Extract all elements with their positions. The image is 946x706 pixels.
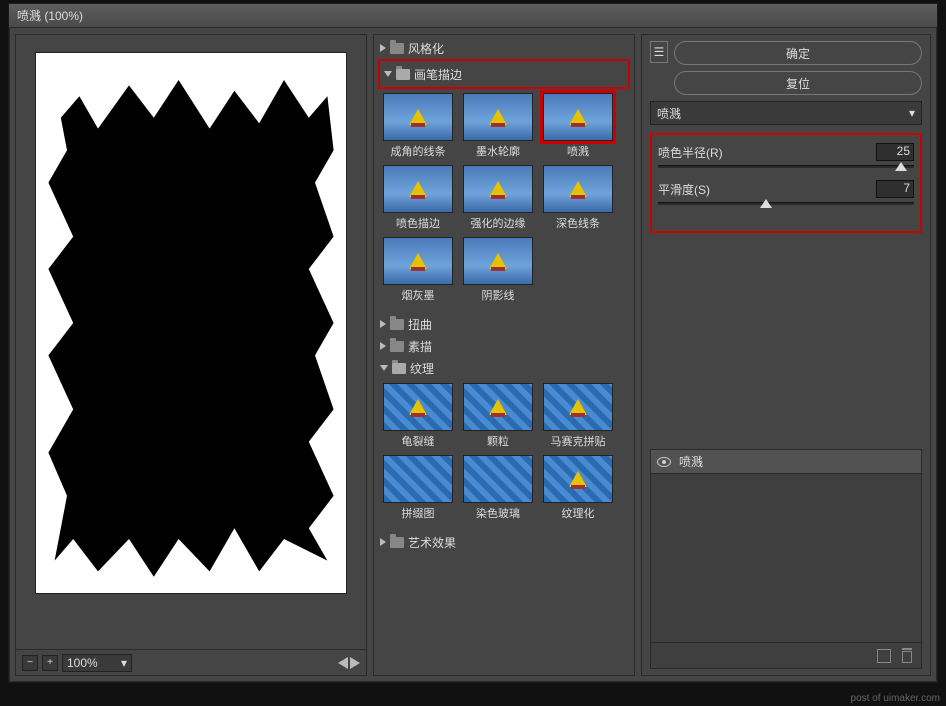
zoom-select[interactable]: 100% ▾ [62,654,132,672]
effect-layer-row[interactable]: 喷溅 [651,450,921,474]
folder-icon [390,43,404,54]
controls-panel: ☰ 确定 复位 喷溅 ▾ 喷色半径(R) 25 [641,34,931,676]
thumb-texturizer[interactable]: 纹理化 [540,455,616,521]
zoom-in-button[interactable]: + [42,655,58,671]
prev-filter-button[interactable] [338,657,348,669]
folder-icon [390,341,404,352]
disclosure-open-icon [380,365,388,371]
next-filter-button[interactable] [350,657,360,669]
radius-label: 喷色半径(R) [658,144,723,161]
radius-slider[interactable] [658,165,914,168]
category-label: 画笔描边 [414,66,462,83]
radius-row: 喷色半径(R) 25 [658,143,914,161]
folder-open-icon [392,363,406,374]
filter-gallery-window: 喷溅 (100%) − + 100% ▾ [8,3,938,683]
category-label: 素描 [408,338,432,355]
effect-layer-label: 喷溅 [679,453,703,470]
thumb-grain[interactable]: 颗粒 [460,383,536,449]
preview-spatter-shape [36,53,346,593]
smooth-value-input[interactable]: 7 [876,180,914,198]
zoom-value: 100% [67,656,98,670]
smooth-row: 平滑度(S) 7 [658,180,914,198]
category-brush[interactable]: 画笔描边 [382,63,626,85]
disclosure-open-icon [384,71,392,77]
category-brush-highlight: 画笔描边 [378,59,630,89]
category-sketch[interactable]: 素描 [378,335,630,357]
category-distort[interactable]: 扭曲 [378,313,630,335]
filter-select[interactable]: 喷溅 ▾ [650,101,922,125]
chevron-down-icon: ▾ [121,656,127,670]
thumb-dark-strokes[interactable]: 深色线条 [540,165,616,231]
smooth-label: 平滑度(S) [658,181,710,198]
titlebar[interactable]: 喷溅 (100%) [9,4,937,28]
preview-image [36,53,346,593]
thumb-mosaic-tiles[interactable]: 马赛克拼贴 [540,383,616,449]
watermark: post of uimaker.com [851,693,940,704]
thumb-patchwork[interactable]: 拼缀图 [380,455,456,521]
thumb-spatter[interactable]: 喷溅 [540,93,616,159]
thumb-crosshatch[interactable]: 阴影线 [460,237,536,303]
chevron-down-icon: ▾ [909,106,915,120]
category-label: 扭曲 [408,316,432,333]
zoom-out-button[interactable]: − [22,655,38,671]
thumb-angled-strokes[interactable]: 成角的线条 [380,93,456,159]
preview-nav [338,657,360,669]
reset-button[interactable]: 复位 [674,71,922,95]
visibility-eye-icon[interactable] [657,457,671,467]
effect-layers-footer [651,642,921,668]
slider-group: 喷色半径(R) 25 平滑度(S) 7 [650,133,922,233]
folder-icon [390,537,404,548]
window-body: − + 100% ▾ 风格化 [9,28,937,682]
radius-value-input[interactable]: 25 [876,143,914,161]
controls-top: ☰ 确定 复位 喷溅 ▾ 喷色半径(R) 25 [650,41,922,233]
thumb-accented-edges[interactable]: 强化的边缘 [460,165,536,231]
thumb-sprayed-strokes[interactable]: 喷色描边 [380,165,456,231]
smooth-slider[interactable] [658,202,914,205]
filter-gallery[interactable]: 风格化 画笔描边 成角的线条 墨水轮廓 喷溅 喷色描边 强化的边缘 深色线条 烟… [373,34,635,676]
category-label: 风格化 [408,40,444,57]
disclosure-closed-icon [380,44,386,52]
thumb-craquelure[interactable]: 龟裂缝 [380,383,456,449]
toggle-gallery-button[interactable]: ☰ [650,41,668,63]
filter-select-value: 喷溅 [657,105,681,122]
thumb-ink-outlines[interactable]: 墨水轮廓 [460,93,536,159]
category-stylize[interactable]: 风格化 [378,37,630,59]
thumb-sumie[interactable]: 烟灰墨 [380,237,456,303]
ok-button[interactable]: 确定 [674,41,922,65]
category-artistic[interactable]: 艺术效果 [378,531,630,553]
slider-handle-icon[interactable] [895,162,907,171]
preview-canvas[interactable] [16,35,366,649]
preview-footer: − + 100% ▾ [16,649,366,675]
thumb-stained-glass[interactable]: 染色玻璃 [460,455,536,521]
category-label: 艺术效果 [408,534,456,551]
disclosure-closed-icon [380,320,386,328]
slider-handle-icon[interactable] [760,199,772,208]
texture-thumb-grid: 龟裂缝 颗粒 马赛克拼贴 拼缀图 染色玻璃 纹理化 [378,379,630,531]
disclosure-closed-icon [380,342,386,350]
folder-open-icon [396,69,410,80]
brush-thumb-grid: 成角的线条 墨水轮廓 喷溅 喷色描边 强化的边缘 深色线条 烟灰墨 阴影线 [378,89,630,313]
new-effect-layer-button[interactable] [877,649,891,663]
preview-panel: − + 100% ▾ [15,34,367,676]
window-title: 喷溅 (100%) [17,7,83,24]
category-texture[interactable]: 纹理 [378,357,630,379]
delete-effect-layer-button[interactable] [901,649,913,663]
category-label: 纹理 [410,360,434,377]
effect-layers-panel: 喷溅 [650,449,922,669]
folder-icon [390,319,404,330]
disclosure-closed-icon [380,538,386,546]
